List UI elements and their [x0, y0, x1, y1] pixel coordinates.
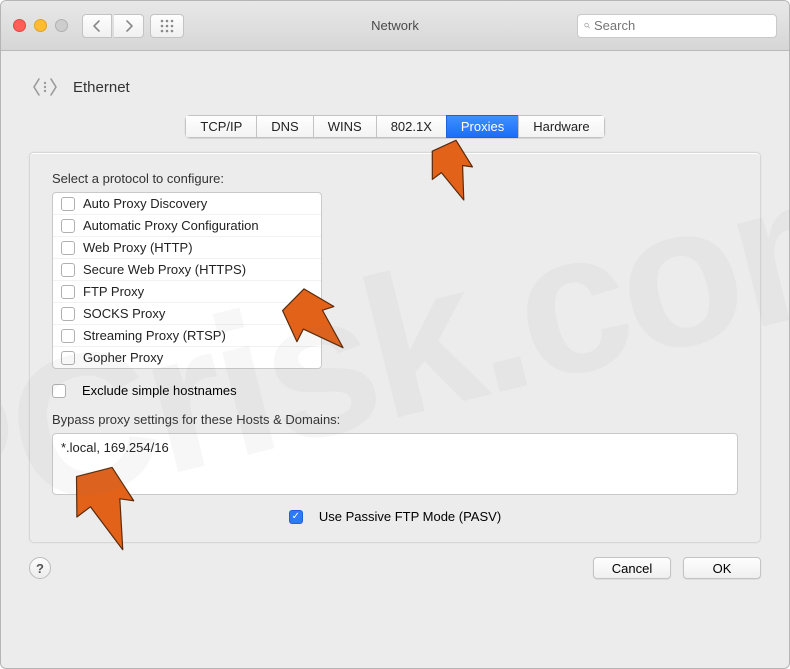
protocol-label: Automatic Proxy Configuration — [83, 218, 259, 233]
tab-dns[interactable]: DNS — [256, 115, 312, 138]
tab-wins[interactable]: WINS — [313, 115, 376, 138]
search-input[interactable] — [594, 18, 770, 33]
tab-hardware[interactable]: Hardware — [518, 115, 604, 138]
help-button[interactable]: ? — [29, 557, 51, 579]
back-button[interactable] — [82, 14, 112, 38]
dialog-footer: ? Cancel OK — [1, 557, 789, 597]
interface-name: Ethernet — [73, 79, 130, 96]
zoom-window-button[interactable] — [55, 19, 68, 32]
nav-buttons — [82, 14, 144, 38]
protocol-item[interactable]: Automatic Proxy Configuration — [53, 215, 321, 237]
passive-ftp-checkbox[interactable] — [289, 510, 303, 524]
protocol-label: Auto Proxy Discovery — [83, 196, 207, 211]
interface-header: Ethernet — [1, 51, 789, 115]
protocol-checkbox[interactable] — [61, 263, 75, 277]
ok-button[interactable]: OK — [683, 557, 761, 579]
ethernet-icon — [29, 71, 61, 103]
tab-proxies[interactable]: Proxies — [446, 115, 518, 138]
tab-tcp-ip[interactable]: TCP/IP — [185, 115, 256, 138]
cancel-button[interactable]: Cancel — [593, 557, 671, 579]
protocol-item[interactable]: Auto Proxy Discovery — [53, 193, 321, 215]
forward-button[interactable] — [114, 14, 144, 38]
protocol-checkbox[interactable] — [61, 285, 75, 299]
show-all-button[interactable] — [150, 14, 184, 38]
tab-segmented-control: TCP/IPDNSWINS802.1XProxiesHardware — [185, 115, 604, 138]
chevron-left-icon — [93, 20, 101, 32]
window-title: Network — [371, 18, 419, 33]
tab-802-1x[interactable]: 802.1X — [376, 115, 446, 138]
protocol-checkbox[interactable] — [61, 219, 75, 233]
titlebar: Network — [1, 1, 789, 51]
passive-ftp-label: Use Passive FTP Mode (PASV) — [319, 509, 501, 524]
preferences-window: Network Ethernet TCP/IPDNSWINS802 — [0, 0, 790, 669]
search-field-wrap[interactable] — [577, 14, 777, 38]
close-window-button[interactable] — [13, 19, 26, 32]
search-icon — [584, 19, 590, 32]
protocol-label: Web Proxy (HTTP) — [83, 240, 193, 255]
protocol-checkbox[interactable] — [61, 197, 75, 211]
grid-icon — [160, 19, 174, 33]
protocol-checkbox[interactable] — [61, 241, 75, 255]
minimize-window-button[interactable] — [34, 19, 47, 32]
protocol-item[interactable]: Web Proxy (HTTP) — [53, 237, 321, 259]
window-controls — [13, 19, 68, 32]
tab-row: TCP/IPDNSWINS802.1XProxiesHardware — [1, 115, 789, 138]
chevron-right-icon — [125, 20, 133, 32]
